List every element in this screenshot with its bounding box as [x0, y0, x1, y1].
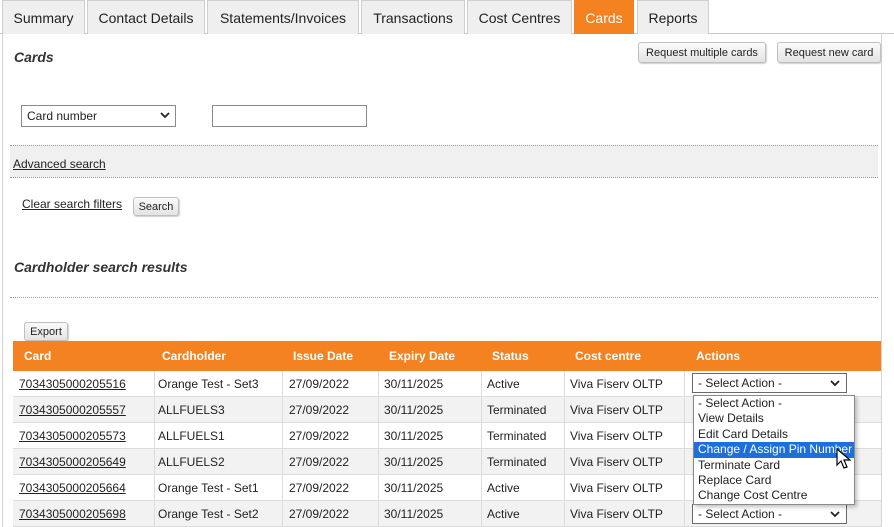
expiry-date-cell: 30/11/2025	[384, 475, 482, 501]
action-option-terminate-card[interactable]: Terminate Card	[694, 458, 854, 473]
cardholder-cell: ALLFUELS1	[158, 423, 283, 449]
tab-cost-centres[interactable]: Cost Centres	[467, 0, 572, 34]
card-number-link[interactable]: 7034305000205557	[19, 397, 155, 423]
row-action-select-value: - Select Action -	[698, 507, 783, 521]
card-number-link[interactable]: 7034305000205649	[19, 449, 155, 475]
cost-centre-cell: Viva Fiserv OLTP	[570, 371, 685, 397]
export-button[interactable]: Export	[24, 322, 68, 341]
column-header-issue-date[interactable]: Issue Date	[293, 341, 353, 371]
status-cell: Active	[487, 475, 565, 501]
cardholder-cell: Orange Test - Set3	[158, 371, 283, 397]
action-option-view-details[interactable]: View Details	[694, 411, 854, 426]
request-new-card-button[interactable]: Request new card	[777, 42, 881, 63]
action-dropdown-list: - Select Action - View Details Edit Card…	[693, 395, 855, 505]
advanced-search-band	[10, 145, 878, 178]
cardholder-cell: Orange Test - Set2	[158, 501, 283, 527]
row-action-select-value: - Select Action -	[698, 376, 783, 390]
status-cell: Terminated	[487, 423, 565, 449]
card-number-link[interactable]: 7034305000205664	[19, 475, 155, 501]
expiry-date-cell: 30/11/2025	[384, 397, 482, 423]
status-cell: Active	[487, 501, 565, 527]
card-number-link[interactable]: 7034305000205573	[19, 423, 155, 449]
action-option-edit-card-details[interactable]: Edit Card Details	[694, 427, 854, 442]
cost-centre-cell: Viva Fiserv OLTP	[570, 397, 685, 423]
divider	[10, 297, 878, 298]
cardholder-cell: ALLFUELS2	[158, 449, 283, 475]
advanced-search-link[interactable]: Advanced search	[13, 157, 106, 171]
issue-date-cell: 27/09/2022	[289, 371, 379, 397]
expiry-date-cell: 30/11/2025	[384, 449, 482, 475]
cost-centre-cell: Viva Fiserv OLTP	[570, 423, 685, 449]
status-cell: Active	[487, 371, 565, 397]
column-header-status[interactable]: Status	[492, 341, 529, 371]
search-field-select-value: Card number	[27, 109, 98, 123]
tab-bar: Summary Contact Details Statements/Invoi…	[0, 0, 894, 34]
issue-date-cell: 27/09/2022	[289, 501, 379, 527]
issue-date-cell: 27/09/2022	[289, 423, 379, 449]
status-cell: Terminated	[487, 397, 565, 423]
issue-date-cell: 27/09/2022	[289, 449, 379, 475]
expiry-date-cell: 30/11/2025	[384, 371, 482, 397]
tab-reports[interactable]: Reports	[637, 0, 709, 34]
action-option-replace-card[interactable]: Replace Card	[694, 473, 854, 488]
issue-date-cell: 27/09/2022	[289, 475, 379, 501]
row-action-select[interactable]: - Select Action -	[692, 373, 847, 393]
action-option-change-assign-pin[interactable]: Change / Assign Pin Number	[694, 442, 854, 458]
cost-centre-cell: Viva Fiserv OLTP	[570, 449, 685, 475]
chevron-down-icon	[830, 511, 840, 518]
tab-statements-invoices[interactable]: Statements/Invoices	[207, 0, 359, 34]
card-number-link[interactable]: 7034305000205698	[19, 501, 155, 527]
expiry-date-cell: 30/11/2025	[384, 423, 482, 449]
column-header-cardholder[interactable]: Cardholder	[162, 341, 226, 371]
column-header-card[interactable]: Card	[24, 341, 51, 371]
expiry-date-cell: 30/11/2025	[384, 501, 482, 527]
tab-cards[interactable]: Cards	[574, 0, 634, 34]
column-header-actions: Actions	[696, 349, 741, 363]
column-header-expiry-date[interactable]: Expiry Date	[389, 341, 455, 371]
cardholder-cell: ALLFUELS3	[158, 397, 283, 423]
column-header-cost-centre[interactable]: Cost centre	[575, 341, 641, 371]
row-action-select[interactable]: - Select Action -	[692, 504, 847, 524]
cost-centre-cell: Viva Fiserv OLTP	[570, 475, 685, 501]
action-option-change-cost-centre[interactable]: Change Cost Centre	[694, 488, 854, 503]
mouse-pointer-icon	[836, 448, 852, 469]
tab-summary[interactable]: Summary	[2, 0, 85, 34]
clear-search-filters-link[interactable]: Clear search filters	[22, 197, 122, 211]
search-input[interactable]	[212, 105, 367, 127]
status-cell: Terminated	[487, 449, 565, 475]
request-multiple-cards-button[interactable]: Request multiple cards	[638, 42, 766, 63]
cardholder-cell: Orange Test - Set1	[158, 475, 283, 501]
cost-centre-cell: Viva Fiserv OLTP	[570, 501, 685, 527]
card-number-link[interactable]: 7034305000205516	[19, 371, 155, 397]
results-title: Cardholder search results	[14, 259, 188, 275]
page-title: Cards	[14, 49, 54, 65]
chevron-down-icon	[830, 380, 840, 387]
action-option-select[interactable]: - Select Action -	[694, 396, 854, 411]
search-field-select[interactable]: Card number	[21, 105, 176, 127]
chevron-down-icon	[160, 112, 170, 119]
tab-transactions[interactable]: Transactions	[361, 0, 465, 34]
issue-date-cell: 27/09/2022	[289, 397, 379, 423]
tab-contact-details[interactable]: Contact Details	[87, 0, 205, 34]
results-table-header: Card Cardholder Issue Date Expiry Date S…	[13, 341, 881, 371]
search-button[interactable]: Search	[133, 197, 179, 216]
